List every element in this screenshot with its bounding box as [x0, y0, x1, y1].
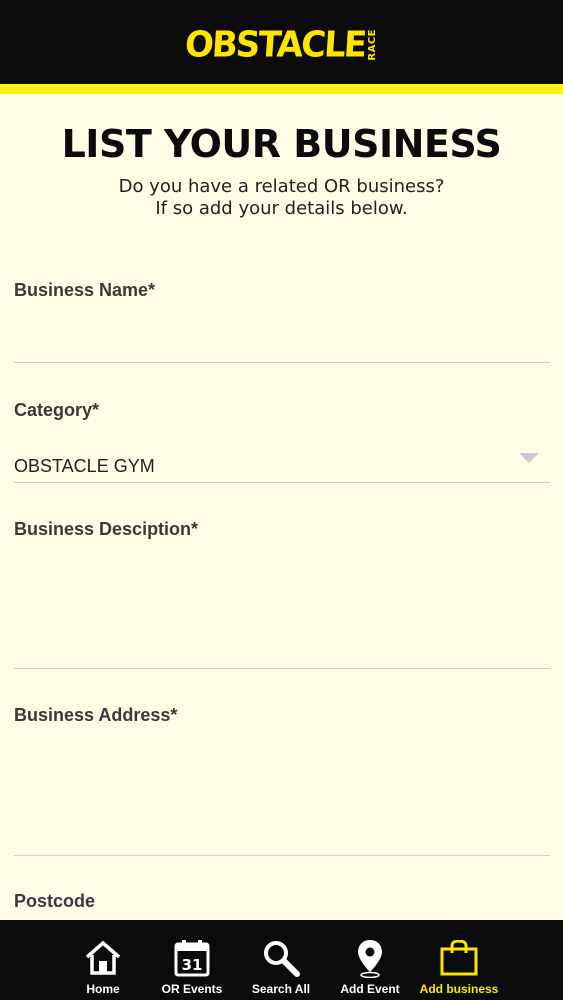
business-name-underline	[14, 362, 550, 363]
category-underline	[14, 482, 550, 483]
logo-sub-wordmark: RACE	[367, 29, 378, 61]
page-title: LIST YOUR BUSINESS	[61, 122, 502, 166]
business-description-label: Business Desciption*	[14, 519, 199, 539]
bottom-tab-bar: Home 31 OR Events Search All Add Event A…	[0, 920, 563, 1000]
app-screen: OBSTACLE RACE LIST YOUR BUSINESS Do you …	[0, 0, 563, 1000]
business-description-underline	[14, 668, 550, 669]
logo-wordmark: OBSTACLE	[183, 24, 367, 66]
app-header: OBSTACLE RACE	[0, 0, 563, 84]
map-pin-icon	[355, 938, 385, 978]
tab-add-event[interactable]: Add Event	[324, 920, 416, 1000]
shopping-bag-icon	[439, 938, 479, 978]
intro-line-1: Do you have a related OR business?	[118, 176, 445, 197]
tab-home[interactable]: Home	[57, 920, 149, 1000]
business-address-underline	[14, 855, 550, 856]
search-icon	[261, 938, 301, 978]
business-address-label: Business Address*	[14, 705, 178, 725]
intro-line-2: If so add your details below.	[155, 198, 408, 219]
business-address-input[interactable]	[14, 738, 550, 848]
obstacle-race-logo[interactable]: OBSTACLE RACE	[183, 24, 378, 66]
category-selected-value: OBSTACLE GYM	[14, 456, 155, 476]
page-intro: Do you have a related OR business? If so…	[0, 176, 563, 220]
tab-or-events[interactable]: 31 OR Events	[146, 920, 238, 1000]
tab-add-business[interactable]: Add business	[413, 920, 505, 1000]
tab-or-events-label: OR Events	[161, 982, 223, 996]
business-description-input[interactable]	[14, 552, 550, 662]
tab-search-all-label: Search All	[251, 982, 311, 996]
tab-search-all[interactable]: Search All	[235, 920, 327, 1000]
tab-home-label: Home	[86, 982, 120, 996]
header-accent-stripe	[0, 84, 563, 94]
calendar-day-number: 31	[182, 956, 203, 974]
chevron-down-icon	[519, 453, 539, 463]
calendar-icon: 31	[173, 938, 211, 978]
tab-add-business-label: Add business	[419, 982, 499, 996]
postcode-label: Postcode	[14, 891, 96, 911]
business-name-label: Business Name*	[14, 280, 156, 300]
category-label: Category*	[14, 400, 100, 420]
business-name-input[interactable]	[14, 320, 550, 356]
tab-add-event-label: Add Event	[340, 982, 400, 996]
home-icon	[84, 938, 122, 978]
